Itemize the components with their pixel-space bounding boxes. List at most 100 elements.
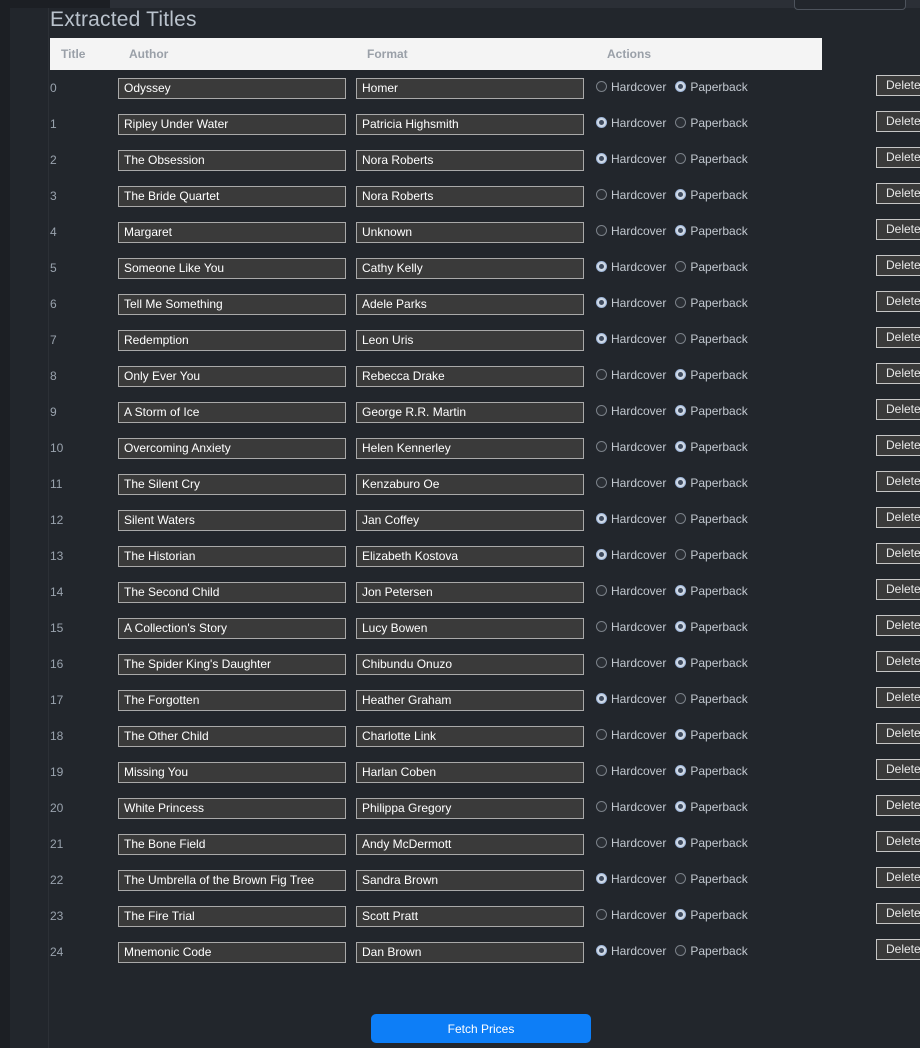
title-input[interactable] <box>118 329 346 351</box>
format-label-hardcover[interactable]: Hardcover <box>611 512 666 526</box>
format-radio-paperback[interactable] <box>675 117 687 128</box>
format-label-paperback[interactable]: Paperback <box>690 548 747 562</box>
delete-button[interactable]: Delete <box>876 110 920 132</box>
delete-button[interactable]: Delete <box>876 902 920 924</box>
delete-button[interactable]: Delete <box>876 542 920 564</box>
format-label-paperback[interactable]: Paperback <box>690 872 747 886</box>
title-input[interactable] <box>118 869 346 891</box>
format-radio-hardcover[interactable] <box>596 945 607 956</box>
format-label-paperback[interactable]: Paperback <box>690 224 747 238</box>
delete-button[interactable]: Delete <box>876 146 920 168</box>
format-label-hardcover[interactable]: Hardcover <box>611 152 666 166</box>
title-input[interactable] <box>118 833 346 855</box>
delete-button[interactable]: Delete <box>876 74 920 96</box>
format-radio-paperback[interactable] <box>675 441 687 452</box>
format-label-paperback[interactable]: Paperback <box>690 800 747 814</box>
format-radio-hardcover[interactable] <box>596 117 607 128</box>
delete-button[interactable]: Delete <box>876 290 920 312</box>
format-radio-paperback[interactable] <box>675 477 687 488</box>
format-label-hardcover[interactable]: Hardcover <box>611 332 666 346</box>
format-label-hardcover[interactable]: Hardcover <box>611 224 666 238</box>
format-radio-paperback[interactable] <box>675 909 687 920</box>
format-label-paperback[interactable]: Paperback <box>690 152 747 166</box>
author-input[interactable] <box>356 905 584 927</box>
format-label-hardcover[interactable]: Hardcover <box>611 944 666 958</box>
format-label-paperback[interactable]: Paperback <box>690 260 747 274</box>
delete-button[interactable]: Delete <box>876 182 920 204</box>
author-input[interactable] <box>356 617 584 639</box>
author-input[interactable] <box>356 149 584 171</box>
author-input[interactable] <box>356 797 584 819</box>
delete-button[interactable]: Delete <box>876 758 920 780</box>
format-label-paperback[interactable]: Paperback <box>690 332 747 346</box>
author-input[interactable] <box>356 833 584 855</box>
format-label-hardcover[interactable]: Hardcover <box>611 476 666 490</box>
title-input[interactable] <box>118 185 346 207</box>
format-radio-hardcover[interactable] <box>596 657 607 668</box>
format-radio-paperback[interactable] <box>675 333 687 344</box>
format-label-paperback[interactable]: Paperback <box>690 188 747 202</box>
author-input[interactable] <box>356 689 584 711</box>
delete-button[interactable]: Delete <box>876 938 920 960</box>
format-label-hardcover[interactable]: Hardcover <box>611 260 666 274</box>
format-label-hardcover[interactable]: Hardcover <box>611 764 666 778</box>
format-radio-hardcover[interactable] <box>596 405 607 416</box>
format-label-paperback[interactable]: Paperback <box>690 944 747 958</box>
title-input[interactable] <box>118 257 346 279</box>
format-label-paperback[interactable]: Paperback <box>690 728 747 742</box>
format-label-hardcover[interactable]: Hardcover <box>611 368 666 382</box>
title-input[interactable] <box>118 293 346 315</box>
delete-button[interactable]: Delete <box>876 578 920 600</box>
format-label-hardcover[interactable]: Hardcover <box>611 872 666 886</box>
format-label-paperback[interactable]: Paperback <box>690 620 747 634</box>
author-input[interactable] <box>356 77 584 99</box>
title-input[interactable] <box>118 77 346 99</box>
format-label-paperback[interactable]: Paperback <box>690 296 747 310</box>
format-label-hardcover[interactable]: Hardcover <box>611 440 666 454</box>
author-input[interactable] <box>356 869 584 891</box>
format-radio-paperback[interactable] <box>675 225 687 236</box>
format-label-hardcover[interactable]: Hardcover <box>611 836 666 850</box>
format-label-hardcover[interactable]: Hardcover <box>611 656 666 670</box>
author-input[interactable] <box>356 509 584 531</box>
format-radio-paperback[interactable] <box>675 81 687 92</box>
delete-button[interactable]: Delete <box>876 506 920 528</box>
delete-button[interactable]: Delete <box>876 722 920 744</box>
author-input[interactable] <box>356 401 584 423</box>
format-radio-paperback[interactable] <box>675 765 687 776</box>
author-input[interactable] <box>356 761 584 783</box>
format-radio-hardcover[interactable] <box>596 513 607 524</box>
format-radio-hardcover[interactable] <box>596 909 607 920</box>
format-radio-hardcover[interactable] <box>596 621 607 632</box>
format-radio-paperback[interactable] <box>675 549 687 560</box>
format-radio-hardcover[interactable] <box>596 873 607 884</box>
format-label-hardcover[interactable]: Hardcover <box>611 188 666 202</box>
author-input[interactable] <box>356 365 584 387</box>
author-input[interactable] <box>356 653 584 675</box>
format-label-hardcover[interactable]: Hardcover <box>611 908 666 922</box>
title-input[interactable] <box>118 581 346 603</box>
format-label-hardcover[interactable]: Hardcover <box>611 404 666 418</box>
title-input[interactable] <box>118 365 346 387</box>
format-label-paperback[interactable]: Paperback <box>690 80 747 94</box>
delete-button[interactable]: Delete <box>876 866 920 888</box>
author-input[interactable] <box>356 581 584 603</box>
format-label-paperback[interactable]: Paperback <box>690 368 747 382</box>
title-input[interactable] <box>118 113 346 135</box>
format-label-paperback[interactable]: Paperback <box>690 836 747 850</box>
format-radio-hardcover[interactable] <box>596 729 607 740</box>
format-label-paperback[interactable]: Paperback <box>690 692 747 706</box>
title-input[interactable] <box>118 653 346 675</box>
format-radio-paperback[interactable] <box>675 369 687 380</box>
format-label-paperback[interactable]: Paperback <box>690 116 747 130</box>
delete-button[interactable]: Delete <box>876 650 920 672</box>
delete-button[interactable]: Delete <box>876 794 920 816</box>
delete-button[interactable]: Delete <box>876 362 920 384</box>
format-radio-paperback[interactable] <box>675 693 687 704</box>
title-input[interactable] <box>118 473 346 495</box>
format-radio-hardcover[interactable] <box>596 369 607 380</box>
format-label-hardcover[interactable]: Hardcover <box>611 584 666 598</box>
format-radio-hardcover[interactable] <box>596 585 607 596</box>
format-label-paperback[interactable]: Paperback <box>690 512 747 526</box>
format-radio-paperback[interactable] <box>675 189 687 200</box>
